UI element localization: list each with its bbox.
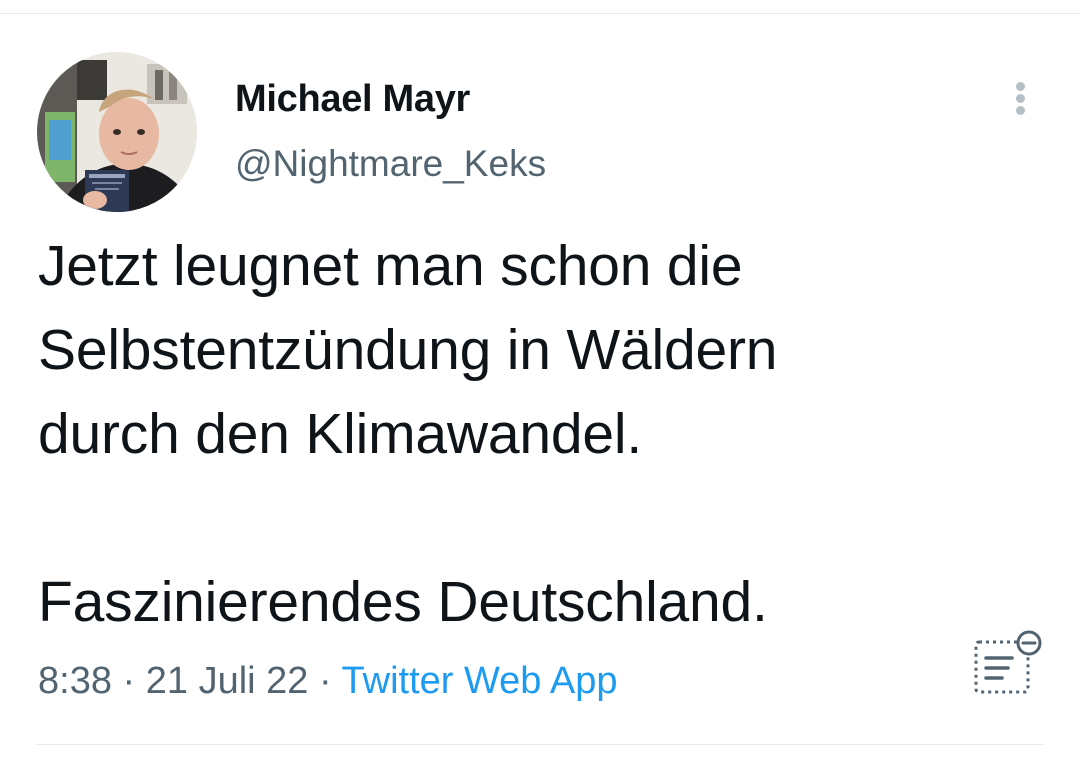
tweet-date[interactable]: 21 Juli 22 [146,660,309,702]
separator: · [122,660,136,702]
tweet-text-line: Jetzt leugnet man schon die [38,234,743,298]
avatar-photo [37,52,197,212]
more-options-button[interactable] [1003,76,1037,120]
tweet-time[interactable]: 8:38 [38,660,112,702]
author-display-name[interactable]: Michael Mayr [235,78,470,121]
top-divider [0,13,1080,14]
separator: · [318,660,332,702]
tweet-text-line: durch den Klimawandel. [38,402,642,466]
birdwatch-notes-icon[interactable] [968,628,1046,700]
bottom-divider [37,744,1043,745]
tweet-metadata: 8:38 · 21 Juli 22 · Twitter Web App [38,660,618,703]
tweet-text: Jetzt leugnet man schon die Selbstentzün… [38,224,1048,644]
tweet-text-line: Selbstentzündung in Wäldern [38,318,778,382]
author-handle[interactable]: @Nightmare_Keks [235,143,546,185]
tweet-source-link[interactable]: Twitter Web App [342,660,618,702]
tweet-text-line: Faszinierendes Deutschland. [38,570,768,634]
avatar[interactable] [37,52,197,212]
